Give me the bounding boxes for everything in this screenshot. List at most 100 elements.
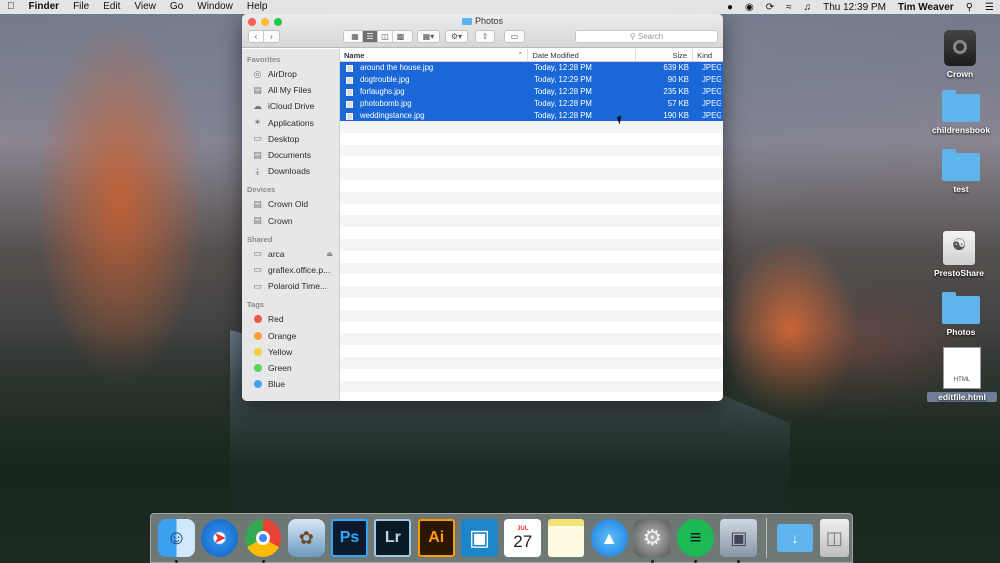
desktop-folder-photos[interactable]: Photos xyxy=(926,292,996,337)
menu-edit[interactable]: Edit xyxy=(96,0,127,14)
sidebar-item-graflex[interactable]: ▭ graflex.office.p... xyxy=(242,262,339,278)
share-icon[interactable]: ⇧ xyxy=(475,30,495,43)
table-row[interactable]: photobomb.jpg Today, 12:28 PM 57 KB JPEG xyxy=(340,97,723,110)
status-eye-icon[interactable]: ◉ xyxy=(739,2,760,13)
column-header-size[interactable]: Size xyxy=(636,49,694,61)
calendar-dock-icon[interactable]: JUL 27 xyxy=(504,519,542,557)
sidebar-item-downloads[interactable]: ⤓ Downloads xyxy=(242,163,339,179)
sidebar-item-applications[interactable]: ✶ Applications xyxy=(242,115,339,131)
column-view-icon[interactable]: ◫ xyxy=(378,31,393,42)
cloud-icon: ☁ xyxy=(253,100,262,111)
app-store-dock-icon[interactable]: ▲ xyxy=(590,519,628,557)
sort-chevron-icon: ˆ xyxy=(518,51,522,60)
coverflow-view-icon[interactable]: ▩ xyxy=(393,31,408,42)
all-files-icon: ▤ xyxy=(253,84,262,95)
icon-view-icon[interactable]: ▦ xyxy=(348,31,363,42)
desktop-folder-childrensbook[interactable]: childrensbook xyxy=(926,90,996,135)
network-computer-icon: ▭ xyxy=(253,248,262,259)
image-file-icon xyxy=(346,65,353,73)
sidebar: Favorites ◎ AirDrop ▤ All My Files ☁ iCloud… xyxy=(242,49,340,401)
search-icon: ⚲ xyxy=(629,32,638,41)
image-capture-dock-icon[interactable]: ▣ xyxy=(720,519,758,563)
tag-blue[interactable]: Blue xyxy=(242,376,339,392)
column-header-kind[interactable]: Kind xyxy=(693,49,723,61)
table-row[interactable]: weddingstance.jpg Today, 12:28 PM 190 KB… xyxy=(340,109,723,121)
menu-window[interactable]: Window xyxy=(190,0,240,14)
column-header-date[interactable]: Date Modified xyxy=(528,49,637,61)
notes-dock-icon[interactable] xyxy=(547,519,585,557)
desktop-file-editfile[interactable]: HTML editfile.html xyxy=(927,347,997,402)
sidebar-item-documents[interactable]: ▤ Documents xyxy=(242,147,339,163)
trash-dock-icon[interactable]: ◫ xyxy=(819,519,849,557)
status-drop-icon[interactable]: ● xyxy=(721,2,739,13)
system-preferences-dock-icon[interactable]: ⚙ xyxy=(633,519,671,563)
table-row[interactable]: dogtrouble.jpg Today, 12:29 PM 90 KB JPE… xyxy=(340,73,723,86)
user-name[interactable]: Tim Weaver xyxy=(892,2,960,13)
tag-icon[interactable]: ▭ xyxy=(504,30,525,43)
preview-dock-icon[interactable]: ✿ xyxy=(287,519,325,557)
notification-center-icon[interactable]: ☰ xyxy=(979,2,1000,13)
table-row[interactable]: forlaughs.jpg Today, 12:28 PM 235 KB JPE… xyxy=(340,85,723,98)
tag-yellow[interactable]: Yellow xyxy=(242,344,339,360)
view-switcher: ▦ ☰ ◫ ▩ xyxy=(343,30,413,43)
action-gear-button[interactable]: ⚙▾ xyxy=(445,30,468,43)
document-icon: ▤ xyxy=(253,149,262,160)
sidebar-item-polaroid[interactable]: ▭ Polaroid Time... xyxy=(242,278,339,294)
forward-button[interactable]: › xyxy=(264,31,279,42)
menu-view[interactable]: View xyxy=(127,0,163,14)
apple-menu-icon[interactable]:  xyxy=(0,0,22,14)
spotlight-icon[interactable]: ⚲ xyxy=(960,2,979,13)
sidebar-item-arca[interactable]: ▭ arca ⏏ xyxy=(242,246,339,262)
downloads-stack-dock-icon[interactable]: ↓ xyxy=(776,524,814,552)
wifi-icon[interactable]: ≈ xyxy=(780,2,798,13)
sidebar-item-airdrop[interactable]: ◎ AirDrop xyxy=(242,66,339,82)
image-file-icon xyxy=(346,77,353,85)
nav-buttons: ‹ › xyxy=(248,30,280,43)
clock[interactable]: Thu 12:39 PM xyxy=(817,2,892,13)
tag-orange[interactable]: Orange xyxy=(242,327,339,343)
finder-dock-icon[interactable]: ☺ xyxy=(158,519,196,563)
network-share-icon: ☯ xyxy=(943,231,975,265)
bracket-app-dock-icon[interactable]: ▣ xyxy=(461,519,498,557)
list-view-icon[interactable]: ☰ xyxy=(363,31,378,42)
sidebar-item-all-my-files[interactable]: ▤ All My Files xyxy=(242,82,339,98)
illustrator-dock-icon[interactable]: Ai xyxy=(417,519,455,557)
sidebar-item-desktop[interactable]: ▭ Desktop xyxy=(242,131,339,147)
photoshop-dock-icon[interactable]: Ps xyxy=(331,519,369,557)
lightroom-dock-icon[interactable]: Lr xyxy=(374,519,412,557)
spotify-dock-icon[interactable]: ≡ xyxy=(677,519,715,563)
eject-icon[interactable]: ⏏ xyxy=(326,250,333,258)
menu-finder[interactable]: Finder xyxy=(22,0,67,14)
sidebar-item-crown-old[interactable]: ▤ Crown Old xyxy=(242,196,339,212)
dock-separator xyxy=(766,518,768,558)
back-button[interactable]: ‹ xyxy=(249,31,264,42)
desktop-icon-prestoshare[interactable]: ☯ PrestoShare xyxy=(924,231,994,278)
sidebar-item-crown[interactable]: ▤ Crown xyxy=(242,213,339,229)
html-file-icon: HTML xyxy=(943,347,981,389)
menu-go[interactable]: Go xyxy=(163,0,190,14)
column-header-name[interactable]: Name ˆ xyxy=(340,49,529,61)
window-titlebar: Photos ‹ › ▦ ☰ ◫ ▩ ▦▾ ⚙▾ ⇧ ▭ ⚲ Search xyxy=(242,14,723,48)
sidebar-item-icloud-drive[interactable]: ☁ iCloud Drive xyxy=(242,98,339,114)
desktop-icon-crown[interactable]: Crown xyxy=(925,30,995,79)
dock: ☺ ➤ ✿ Ps Lr Ai ▣ JUL 27 ▲ ⚙ ≡ ▣ ↓ ◫ xyxy=(150,513,853,563)
network-computer-icon: ▭ xyxy=(253,264,262,275)
tag-green[interactable]: Green xyxy=(242,360,339,376)
safari-dock-icon[interactable]: ➤ xyxy=(201,519,239,557)
tag-dot-icon xyxy=(254,331,262,340)
arrange-button[interactable]: ▦▾ xyxy=(417,30,440,43)
menu-file[interactable]: File xyxy=(66,0,96,14)
table-row[interactable]: around the house.jpg Today, 12:28 PM 639… xyxy=(340,62,723,74)
status-sync-icon[interactable]: ⟳ xyxy=(760,2,780,13)
search-input[interactable]: ⚲ Search xyxy=(575,30,718,43)
folder-icon xyxy=(461,18,472,25)
chrome-dock-icon[interactable] xyxy=(244,519,282,563)
menu-help[interactable]: Help xyxy=(240,0,275,14)
image-file-icon xyxy=(346,88,353,96)
tag-dot-icon xyxy=(254,347,262,356)
desktop-folder-test[interactable]: test xyxy=(926,149,996,194)
volume-icon[interactable]: ♫ xyxy=(798,2,818,13)
tag-dot-icon xyxy=(254,380,262,389)
airdrop-icon: ◎ xyxy=(253,68,262,79)
tag-red[interactable]: Red xyxy=(242,311,339,327)
